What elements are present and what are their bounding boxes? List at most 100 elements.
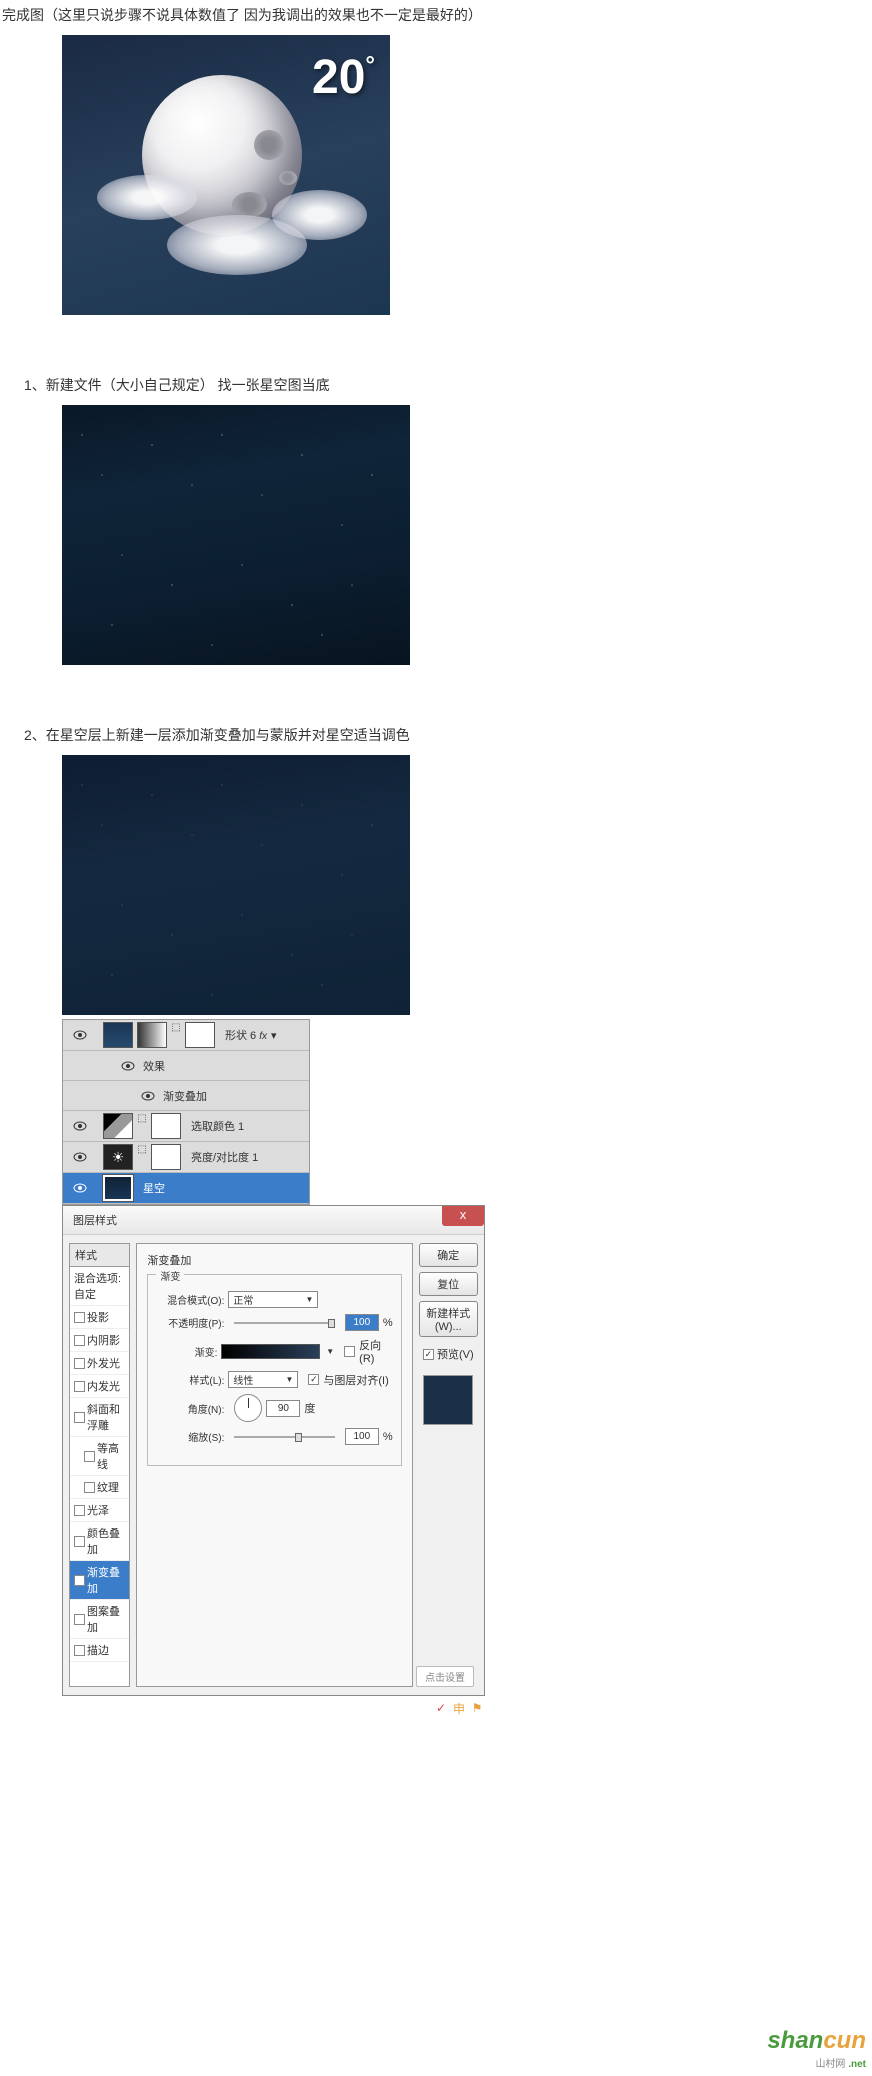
ok-button[interactable]: 确定	[419, 1243, 478, 1267]
section-title: 渐变叠加	[147, 1252, 401, 1268]
style-satin[interactable]: 光泽	[70, 1499, 129, 1522]
scale-slider[interactable]	[234, 1430, 334, 1444]
style-contour[interactable]: 等高线	[70, 1437, 129, 1476]
visibility-icon[interactable]	[71, 1179, 89, 1197]
percent-label: %	[383, 1317, 393, 1329]
adjustment-thumb	[103, 1113, 133, 1139]
blend-options-item[interactable]: 混合选项:自定	[70, 1267, 129, 1306]
layer-thumb	[103, 1175, 133, 1201]
watermark: shancun 山村网 .net	[767, 2027, 866, 2070]
style-color-overlay[interactable]: 颜色叠加	[70, 1522, 129, 1561]
effects-label: 效果	[143, 1058, 165, 1074]
layer-effects-row[interactable]: 效果	[63, 1051, 309, 1081]
temperature-text: 20°	[312, 50, 375, 105]
visibility-icon[interactable]	[71, 1148, 89, 1166]
opacity-input[interactable]: 100	[345, 1314, 379, 1331]
chevron-down-icon: ▼	[285, 1375, 293, 1384]
align-label: 与图层对齐(I)	[323, 1372, 388, 1388]
reverse-checkbox[interactable]	[344, 1346, 355, 1357]
new-style-button[interactable]: 新建样式(W)...	[419, 1301, 478, 1337]
blend-mode-select[interactable]: 正常▼	[228, 1291, 318, 1308]
style-gradient-overlay[interactable]: 渐变叠加	[70, 1561, 129, 1600]
visibility-icon[interactable]	[71, 1026, 89, 1044]
link-icon: ⬚	[137, 1144, 147, 1170]
layer-row-select-color[interactable]: ⬚ 选取颜色 1	[63, 1111, 309, 1142]
rss-icon[interactable]: ⚑	[469, 1700, 485, 1716]
layer-name: 形状 6 fx▾	[225, 1027, 307, 1043]
preview-checkbox[interactable]	[423, 1349, 434, 1360]
checkbox[interactable]	[74, 1381, 85, 1392]
gradient-preview[interactable]	[221, 1344, 320, 1359]
blend-mode-label: 混合模式(O):	[156, 1292, 224, 1307]
scale-input[interactable]: 100	[345, 1428, 379, 1445]
align-checkbox[interactable]	[308, 1374, 319, 1385]
style-list: 样式 混合选项:自定 投影 内阴影 外发光 内发光 斜面和浮雕 等高线 纹理 光…	[69, 1243, 130, 1687]
opacity-slider[interactable]	[234, 1316, 334, 1330]
checkbox[interactable]	[74, 1645, 85, 1656]
step2-text: 2、在星空层上新建一层添加渐变叠加与蒙版并对星空适当调色	[24, 725, 870, 745]
styles-header[interactable]: 样式	[70, 1244, 129, 1267]
checkbox[interactable]	[74, 1412, 85, 1423]
chevron-down-icon[interactable]: ▼	[326, 1347, 334, 1356]
final-image: 20°	[62, 35, 390, 315]
checkbox[interactable]	[74, 1614, 85, 1625]
visibility-icon[interactable]	[119, 1057, 137, 1075]
visibility-icon[interactable]	[71, 1117, 89, 1135]
chevron-down-icon: ▼	[305, 1295, 313, 1304]
adjustment-thumb: ☀	[103, 1144, 133, 1170]
cloud-icon	[97, 175, 197, 220]
layer-thumb	[103, 1022, 133, 1048]
checkbox[interactable]	[74, 1312, 85, 1323]
layer-name: 亮度/对比度 1	[191, 1149, 307, 1165]
starry-image-toned	[62, 755, 410, 1015]
link-icon: ⬚	[137, 1113, 147, 1139]
layer-name: 星空	[143, 1180, 307, 1196]
style-pattern-overlay[interactable]: 图案叠加	[70, 1600, 129, 1639]
checkbox[interactable]	[74, 1505, 85, 1516]
dialog-title: 图层样式	[73, 1215, 117, 1227]
checkbox-checked[interactable]	[74, 1575, 85, 1586]
crater-icon	[254, 130, 284, 160]
gradient-label: 渐变:	[156, 1344, 217, 1359]
layer-thumb	[137, 1022, 167, 1048]
style-bevel[interactable]: 斜面和浮雕	[70, 1398, 129, 1437]
checkbox[interactable]	[84, 1482, 95, 1493]
checkbox[interactable]	[74, 1358, 85, 1369]
layer-row-brightness[interactable]: ☀ ⬚ 亮度/对比度 1	[63, 1142, 309, 1173]
style-inner-glow[interactable]: 内发光	[70, 1375, 129, 1398]
share-icon[interactable]: ✓	[433, 1700, 449, 1716]
degree-label: 度	[304, 1400, 315, 1416]
options-panel: 渐变叠加 渐变 混合模式(O): 正常▼ 不透明度(P): 100 % 渐变: …	[136, 1243, 412, 1687]
scale-label: 缩放(S):	[156, 1429, 224, 1444]
checkbox[interactable]	[74, 1335, 85, 1346]
dialog-title-bar[interactable]: 图层样式 x	[63, 1206, 484, 1235]
style-outer-glow[interactable]: 外发光	[70, 1352, 129, 1375]
style-stroke[interactable]: 描边	[70, 1639, 129, 1662]
layer-row-shape[interactable]: ⬚ 形状 6 fx▾	[63, 1020, 309, 1051]
checkbox[interactable]	[84, 1451, 95, 1462]
reset-button[interactable]: 复位	[419, 1272, 478, 1296]
angle-input[interactable]: 90	[266, 1400, 300, 1417]
style-select[interactable]: 线性▼	[228, 1371, 298, 1388]
step1-text: 1、新建文件（大小自己规定） 找一张星空图当底	[24, 375, 870, 395]
angle-dial[interactable]	[234, 1394, 262, 1422]
step2-image-wrap	[62, 755, 870, 1015]
style-texture[interactable]: 纹理	[70, 1476, 129, 1499]
style-drop-shadow[interactable]: 投影	[70, 1306, 129, 1329]
layer-row-starry[interactable]: 星空	[63, 1173, 309, 1204]
close-button[interactable]: x	[442, 1206, 484, 1226]
starry-image	[62, 405, 410, 665]
mask-thumb	[151, 1113, 181, 1139]
effect-name: 渐变叠加	[163, 1088, 207, 1104]
visibility-icon[interactable]	[139, 1087, 157, 1105]
preview-label: 预览(V)	[437, 1346, 474, 1362]
crater-icon	[279, 171, 297, 185]
mask-thumb	[151, 1144, 181, 1170]
share-icon[interactable]: 申	[451, 1700, 467, 1716]
layer-effect-gradient[interactable]: 渐变叠加	[63, 1081, 309, 1111]
mask-thumb	[185, 1022, 215, 1048]
step1-image-wrap	[62, 405, 870, 665]
style-inner-shadow[interactable]: 内阴影	[70, 1329, 129, 1352]
link-icon: ⬚	[171, 1022, 181, 1048]
checkbox[interactable]	[74, 1536, 85, 1547]
